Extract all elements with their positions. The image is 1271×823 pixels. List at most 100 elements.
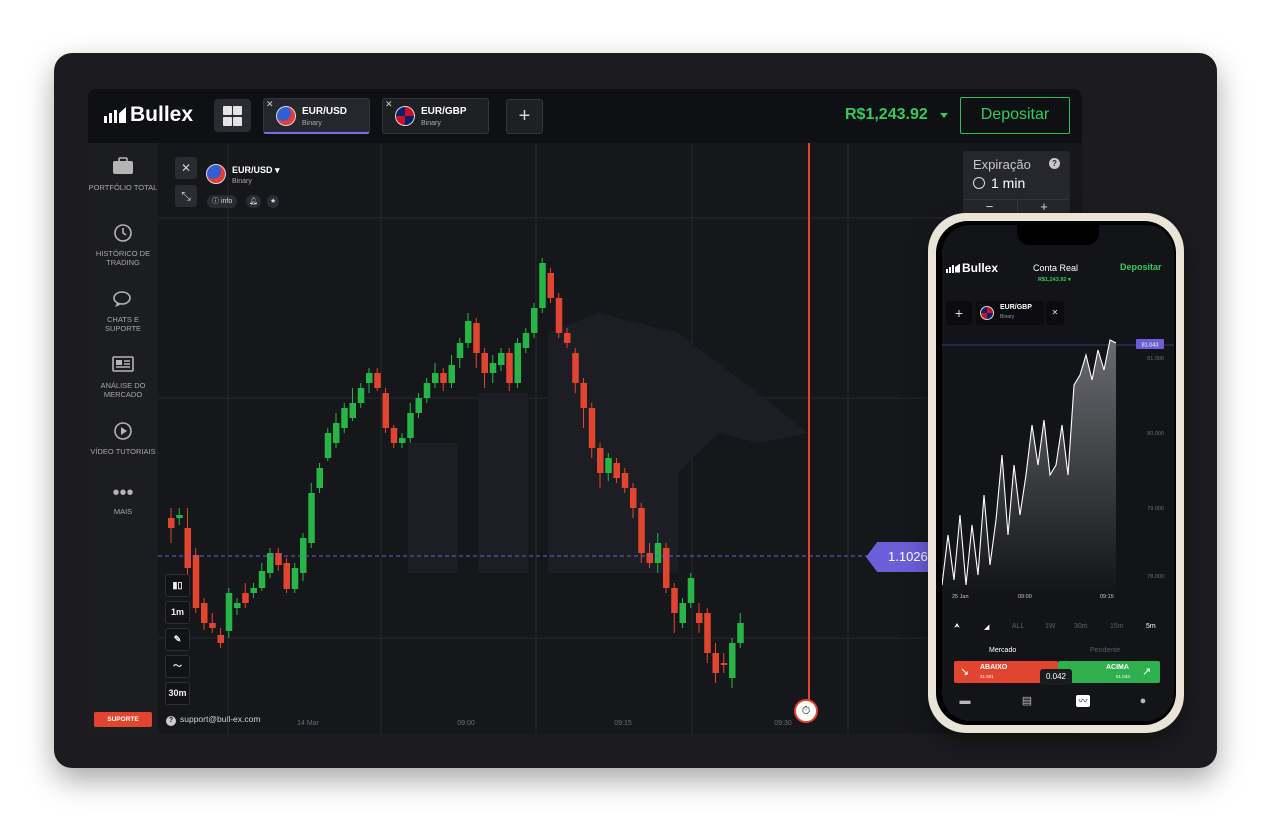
chart-pair-selector[interactable]: EUR/USD ▾ (232, 165, 280, 176)
sidebar-item-more[interactable]: ••• MAIS (88, 482, 158, 516)
time-axis-label: 14 Mar (297, 720, 319, 727)
sidebar-item-chats[interactable]: CHATS E SUPORTE (88, 289, 158, 333)
candle-body (704, 613, 711, 653)
candle-body (481, 353, 488, 373)
timeframe-all[interactable]: ALL (1012, 623, 1024, 630)
chart-type-icon[interactable]: ⮝ (954, 623, 960, 631)
mobile-add-tab-button[interactable]: + (946, 301, 972, 325)
candle-body (572, 353, 579, 383)
sidebar-item-portfolio[interactable]: PORTFÓLIO TOTAL (88, 157, 158, 192)
tab-market[interactable]: Mercado (989, 647, 1016, 654)
star-icon: ★ (270, 198, 277, 205)
shrink-icon: ⤡ (181, 189, 191, 203)
area-icon[interactable]: ◢ (984, 623, 989, 631)
info-chip[interactable]: ⓘ info (207, 195, 238, 208)
candle-body (712, 653, 719, 673)
minimize-chart-button[interactable]: ⤡ (175, 185, 197, 207)
sidebar: PORTFÓLIO TOTAL HISTÓRICO DE TRADING CHA… (88, 143, 158, 734)
candle-body (250, 588, 257, 593)
news-icon[interactable]: ▤ (1020, 695, 1034, 707)
timeframe-30m[interactable]: 30m (1074, 623, 1088, 630)
mobile-close-tab-button[interactable]: ✕ (1046, 301, 1064, 325)
candle-body (654, 543, 662, 563)
candle-body (448, 365, 455, 383)
close-icon[interactable]: ✕ (385, 99, 393, 110)
mobile-line-chart[interactable]: 81.043 81.000 80.000 79.000 78.000 25 Jan 09:0… (942, 335, 1174, 615)
candle-body (522, 333, 530, 348)
candle-body (588, 408, 596, 448)
chevron-down-icon[interactable] (940, 113, 948, 118)
tab-eur-gbp[interactable]: ✕ EUR/GBP Binary (382, 98, 489, 134)
candle-body (176, 515, 183, 518)
briefcase-icon (112, 157, 134, 177)
support-button[interactable]: SUPORTE (94, 712, 152, 727)
logo-icon (946, 263, 960, 273)
more-icon: ••• (112, 482, 134, 504)
candle-body (506, 353, 513, 383)
briefcase-icon[interactable]: ▬ (958, 695, 972, 707)
period-button[interactable]: 30m (165, 682, 190, 705)
candle-body (630, 488, 637, 508)
candle-body (498, 353, 505, 365)
mobile-tab-eur-gbp[interactable]: EUR/GBP Binary (976, 301, 1044, 325)
mobile-app: Bullex Conta Real R$1,243.92 ▾ Depositar… (942, 225, 1174, 721)
timeframe-5m[interactable]: 5m (1146, 623, 1156, 630)
candle-body (547, 273, 554, 298)
phone-notch (1017, 225, 1099, 245)
sidebar-item-label: PORTFÓLIO TOTAL (88, 183, 158, 192)
candle-body (333, 423, 340, 443)
mobile-timeframes: ⮝ ◢ ALL 1W 30m 15m 5m (942, 623, 1174, 637)
candle-body (308, 493, 315, 543)
bell-icon: 🔔︎ (249, 198, 258, 205)
user-icon[interactable]: ● (1136, 695, 1150, 707)
candle-body (473, 323, 480, 353)
indicators-button[interactable]: 〜 (165, 655, 190, 678)
alert-chip[interactable]: 🔔︎ (246, 195, 261, 208)
mobile-price-tag-text: 81.043 (1142, 343, 1159, 349)
candle-body (374, 373, 381, 388)
top-bar: Bullex ✕ EUR/USD Binary ✕ EUR/GBP Binary… (88, 89, 1082, 143)
draw-button[interactable]: ✎ (165, 628, 190, 651)
mobile-logo[interactable]: Bullex (946, 261, 998, 275)
flag-eur-gbp-icon (980, 306, 994, 320)
tab-eur-usd[interactable]: ✕ EUR/USD Binary (263, 98, 370, 134)
expiry-value[interactable]: 1 min (991, 175, 1025, 191)
tab-pending[interactable]: Pendente (1090, 647, 1120, 654)
deposit-button[interactable]: Depositar (960, 97, 1070, 134)
candle-body (184, 528, 191, 568)
timeframe-button[interactable]: 1m (165, 601, 190, 624)
close-chart-button[interactable]: ✕ (175, 157, 197, 179)
candle-body (489, 363, 497, 373)
tab-type-label: Binary (302, 120, 322, 127)
mobile-x-label: 09:15 (1100, 594, 1114, 600)
sidebar-item-market[interactable]: ANÁLISE DO MERCADO (88, 355, 158, 399)
sidebar-item-label: ANÁLISE DO MERCADO (100, 381, 146, 399)
candle-body (234, 603, 241, 608)
buy-up-button[interactable]: ACIMA 81.043 ↗ (1058, 661, 1160, 683)
mobile-balance[interactable]: R$1,243.92 ▾ (1038, 277, 1071, 283)
indicator-icon: 〜 (172, 661, 182, 671)
payout-value: 0.042 (1040, 669, 1072, 685)
expiry-panel: Expiração ? 1 min − + (963, 151, 1070, 215)
timeframe-15m[interactable]: 15m (1110, 623, 1124, 630)
mobile-account-title[interactable]: Conta Real (1033, 263, 1078, 273)
mobile-x-label: 25 Jan (952, 594, 969, 600)
layout-grid-button[interactable] (214, 99, 251, 132)
logo[interactable]: Bullex (104, 103, 193, 127)
chart-icon[interactable]: 〰 (1076, 695, 1090, 707)
chart-type-button[interactable]: ▮▯ (165, 574, 190, 597)
mobile-y-label: 80.000 (1147, 431, 1164, 437)
tab-pair-label: EUR/USD (302, 106, 348, 117)
add-tab-button[interactable]: + (506, 99, 543, 134)
sidebar-item-videos[interactable]: VÍDEO TUTORIAIS (88, 421, 158, 456)
arrow-up-right-icon: ↗ (1142, 666, 1152, 678)
timeframe-1w[interactable]: 1W (1045, 623, 1056, 630)
candle-body (456, 343, 464, 358)
balance-display[interactable]: R$1,243.92 (845, 106, 928, 124)
sidebar-item-history[interactable]: HISTÓRICO DE TRADING (88, 223, 158, 267)
mobile-deposit-button[interactable]: Depositar (1120, 262, 1162, 272)
close-icon[interactable]: ✕ (266, 99, 274, 110)
help-icon[interactable]: ? (1049, 158, 1060, 169)
line-area (942, 340, 1116, 595)
candle-body (720, 663, 728, 665)
